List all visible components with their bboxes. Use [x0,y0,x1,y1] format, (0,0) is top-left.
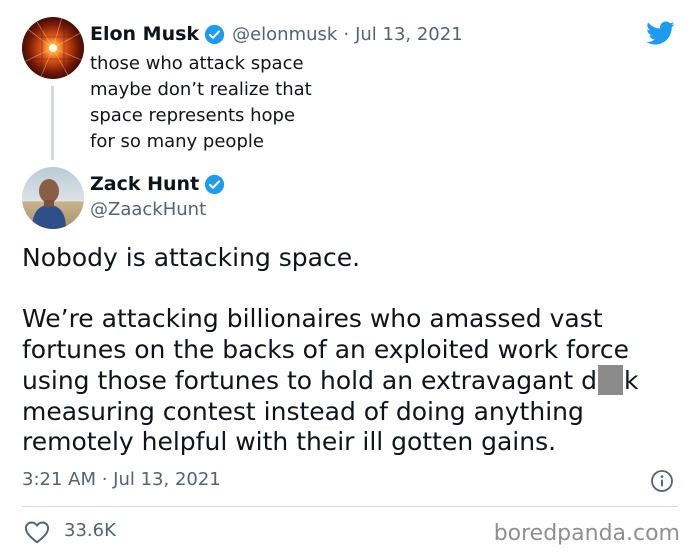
verified-badge-icon [204,24,225,44]
meta-separator: · [343,23,350,45]
tweet-timestamp[interactable]: 3:21 AM · Jul 13, 2021 [22,469,221,490]
tweet-paragraph: Nobody is attacking space. [22,243,361,272]
author-name[interactable]: Elon Musk [90,23,199,45]
author-handle[interactable]: @ZaackHunt [90,199,206,220]
parent-tweet-header: Elon Musk @elonmusk · Jul 13, 2021 [90,21,463,47]
verified-badge-icon [205,174,225,194]
divider [22,506,678,507]
tweet-line: remotely helpful with their ill gotten g… [22,427,557,456]
parent-tweet-line: for so many people [90,131,264,152]
author-name[interactable]: Zack Hunt [90,173,199,195]
parent-tweet-line: space represents hope [90,105,296,126]
heart-icon[interactable] [24,520,50,544]
thread-connector-line [51,86,54,160]
like-count[interactable]: 33.6K [64,520,116,541]
author-handle[interactable]: @elonmusk [232,24,337,45]
main-tweet-header: Zack Hunt [90,171,232,197]
tweet-line: We’re attacking billionaires who amassed… [22,304,603,333]
tweet-line: measuring contest instead of doing anyth… [22,396,584,426]
main-tweet-text: Nobody is attacking space. We’re attacki… [22,243,682,458]
avatar-zack-hunt[interactable] [22,167,84,229]
avatar-elon-musk[interactable] [22,17,84,79]
tweet-line-segment: k [623,366,639,395]
tweet-line: using those fortunes to hold an extravag… [22,365,682,397]
tweet-line-segment: using those fortunes to hold an extravag… [22,366,597,395]
parent-tweet-line: maybe don’t realize that [90,79,312,100]
parent-tweet-line: those who attack space [90,53,304,74]
censor-block [597,365,623,395]
twitter-bird-icon [646,21,675,45]
info-icon[interactable] [650,469,674,493]
tweet-date[interactable]: Jul 13, 2021 [355,24,463,45]
tweet-line: fortunes on the backs of an exploited wo… [22,334,630,364]
watermark: boredpanda.com [493,521,680,546]
parent-tweet-text: those who attack space maybe don’t reali… [90,51,350,155]
